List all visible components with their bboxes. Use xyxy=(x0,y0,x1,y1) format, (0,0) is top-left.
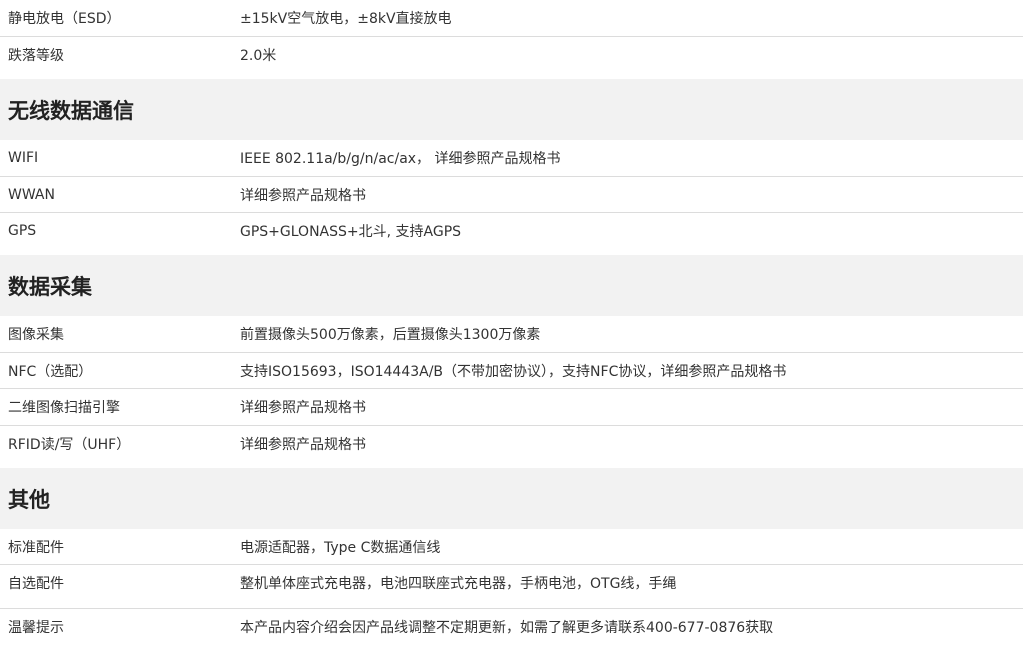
spec-label: 跌落等级 xyxy=(8,48,64,64)
spec-table: 静电放电（ESD） ±15kV空气放电，±8kV直接放电 跌落等级 2.0米 无… xyxy=(0,0,1023,650)
section-header-other: 其他 xyxy=(0,468,1023,529)
spec-row-notice: 温馨提示 本产品内容介绍会因产品线调整不定期更新，如需了解更多请联系400-67… xyxy=(0,609,1023,650)
spec-row-wwan: WWAN 详细参照产品规格书 xyxy=(0,177,1023,213)
spec-value: IEEE 802.11a/b/g/n/ac/ax， 详细参照产品规格书 xyxy=(240,151,561,167)
spec-row-wifi: WIFI IEEE 802.11a/b/g/n/ac/ax， 详细参照产品规格书 xyxy=(0,140,1023,177)
section-header-wireless: 无线数据通信 xyxy=(0,79,1023,140)
spec-label: 静电放电（ESD） xyxy=(8,11,121,27)
spec-label: WWAN xyxy=(8,186,55,203)
spec-value: 前置摄像头500万像素，后置摄像头1300万像素 xyxy=(240,327,541,343)
section-title: 无线数据通信 xyxy=(8,98,134,123)
spec-value: 支持ISO15693，ISO14443A/B（不带加密协议），支持NFC协议，详… xyxy=(240,363,787,380)
spec-label: 温馨提示 xyxy=(8,620,64,636)
spec-label: 图像采集 xyxy=(8,327,64,343)
spec-label: 标准配件 xyxy=(8,539,64,556)
spec-row-scanner: 二维图像扫描引擎 详细参照产品规格书 xyxy=(0,389,1023,426)
spec-label: NFC（选配） xyxy=(8,363,93,380)
spec-row-nfc: NFC（选配） 支持ISO15693，ISO14443A/B（不带加密协议），支… xyxy=(0,353,1023,389)
spec-value: ±15kV空气放电，±8kV直接放电 xyxy=(240,11,452,27)
spec-value: 详细参照产品规格书 xyxy=(240,400,366,416)
spec-value: 2.0米 xyxy=(240,48,277,64)
spec-row-drop: 跌落等级 2.0米 xyxy=(0,37,1023,79)
spec-row-optional-accessories: 自选配件 整机单体座式充电器，电池四联座式充电器，手柄电池，OTG线，手绳 xyxy=(0,565,1023,609)
spec-value: 详细参照产品规格书 xyxy=(240,187,366,204)
spec-value: GPS+GLONASS+北斗, 支持AGPS xyxy=(240,224,462,240)
section-title: 其他 xyxy=(8,487,50,512)
spec-value: 本产品内容介绍会因产品线调整不定期更新，如需了解更多请联系400-677-087… xyxy=(240,620,774,636)
section-header-data-capture: 数据采集 xyxy=(0,255,1023,316)
spec-row-esd: 静电放电（ESD） ±15kV空气放电，±8kV直接放电 xyxy=(0,0,1023,37)
spec-label: WIFI xyxy=(8,150,39,166)
spec-label: 自选配件 xyxy=(8,576,64,592)
spec-row-camera: 图像采集 前置摄像头500万像素，后置摄像头1300万像素 xyxy=(0,316,1023,353)
spec-row-standard-accessories: 标准配件 电源适配器，Type C数据通信线 xyxy=(0,529,1023,565)
spec-row-rfid: RFID读/写（UHF） 详细参照产品规格书 xyxy=(0,426,1023,468)
spec-value: 电源适配器，Type C数据通信线 xyxy=(240,539,441,556)
spec-label: 二维图像扫描引擎 xyxy=(8,400,120,416)
spec-value: 整机单体座式充电器，电池四联座式充电器，手柄电池，OTG线，手绳 xyxy=(240,576,677,592)
section-title: 数据采集 xyxy=(8,274,92,299)
spec-value: 详细参照产品规格书 xyxy=(240,437,366,453)
spec-label: RFID读/写（UHF） xyxy=(8,437,131,453)
spec-label: GPS xyxy=(8,223,37,239)
spec-row-gps: GPS GPS+GLONASS+北斗, 支持AGPS xyxy=(0,213,1023,255)
